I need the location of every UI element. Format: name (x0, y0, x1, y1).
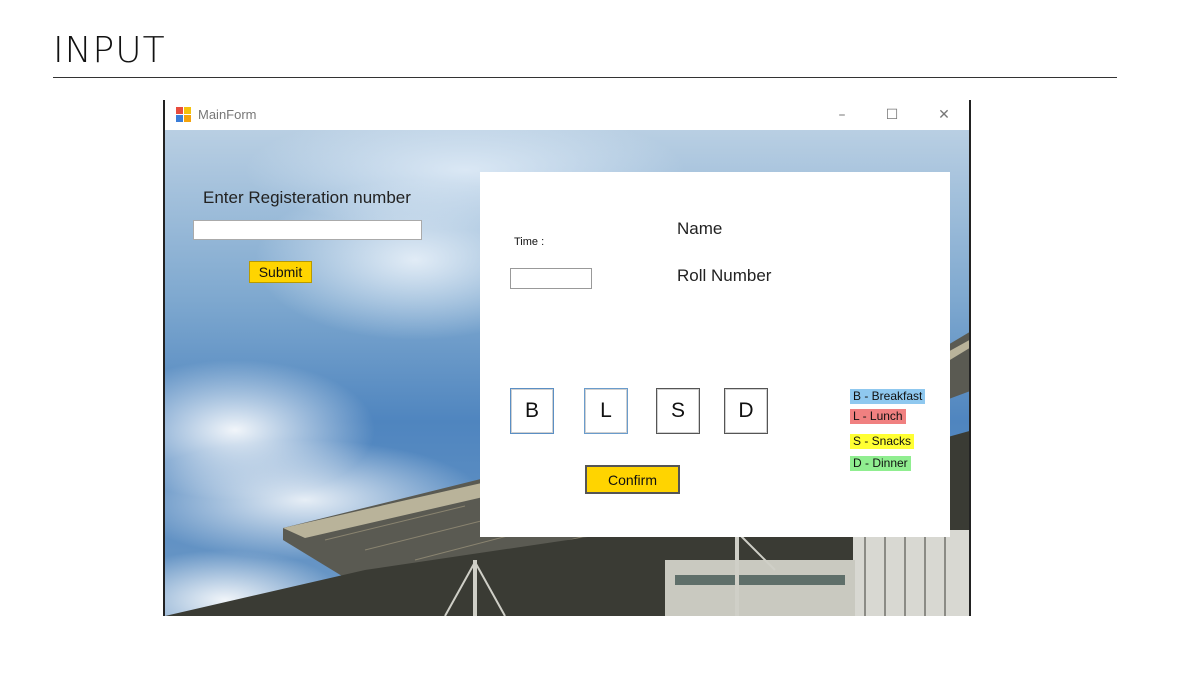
time-label: Time : (514, 236, 545, 248)
lunch-button[interactable]: L (584, 388, 628, 434)
legend-snacks: S - Snacks (850, 434, 915, 449)
dinner-button[interactable]: D (724, 388, 768, 434)
snacks-button[interactable]: S (656, 388, 700, 434)
time-field[interactable] (510, 268, 592, 289)
app-icon (176, 107, 191, 122)
legend-breakfast: B - Breakfast (850, 389, 926, 404)
window-titlebar[interactable]: MainForm – ☐ ✕ (165, 100, 969, 130)
close-button[interactable]: ✕ (930, 103, 958, 127)
submit-button[interactable]: Submit (249, 261, 312, 283)
slide-divider (53, 77, 1117, 78)
slide-heading: INPUT (53, 30, 166, 71)
meal-panel: Time : Name Roll Number B L S D Confirm … (480, 172, 950, 537)
legend-dinner: D - Dinner (850, 456, 911, 471)
confirm-button[interactable]: Confirm (585, 465, 680, 494)
roll-number-label: Roll Number (677, 266, 772, 285)
legend-lunch: L - Lunch (850, 409, 906, 424)
breakfast-button[interactable]: B (510, 388, 554, 434)
name-label: Name (677, 219, 723, 238)
maximize-button[interactable]: ☐ (878, 103, 906, 127)
minimize-button[interactable]: – (828, 103, 856, 127)
registration-label: Enter Registeration number (203, 188, 411, 207)
main-form-window: MainForm – ☐ ✕ Enter Registeration numbe… (163, 100, 971, 616)
form-client-area: Enter Registeration number Submit Time :… (165, 130, 969, 616)
registration-input[interactable] (193, 220, 422, 240)
window-title: MainForm (198, 107, 257, 122)
